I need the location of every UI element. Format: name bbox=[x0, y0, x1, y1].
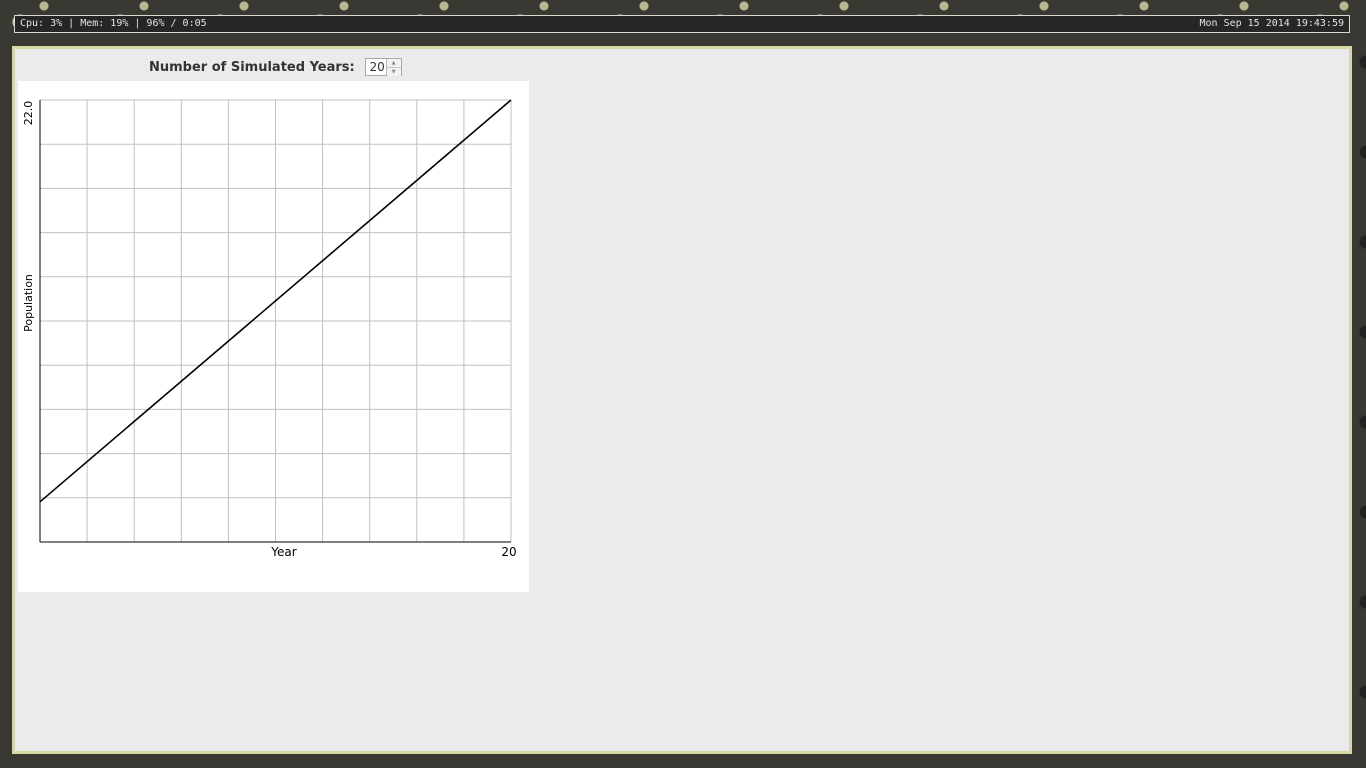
spinner-up-icon[interactable]: ▲ bbox=[386, 59, 401, 68]
y-axis-title: Population bbox=[22, 274, 35, 332]
x-tick-label-max: 20 bbox=[501, 545, 516, 559]
years-label: Number of Simulated Years: bbox=[149, 59, 355, 75]
x-axis-title: Year bbox=[270, 545, 296, 559]
spinner-arrows: ▲ ▼ bbox=[385, 59, 401, 76]
system-stats-text: Cpu: 3% | Mem: 19% | 96% / 0:05 bbox=[20, 18, 207, 29]
years-input[interactable]: 20 bbox=[366, 59, 386, 75]
y-tick-label-max: 22.0 bbox=[22, 101, 35, 126]
clock-text: Mon Sep 15 2014 19:43:59 bbox=[1199, 18, 1345, 29]
chart-grid bbox=[40, 99, 512, 542]
chart-canvas: Population 22.0 Year 20 bbox=[22, 99, 517, 559]
years-control: Number of Simulated Years: 20 ▲ ▼ bbox=[149, 57, 402, 77]
system-status-bar: Cpu: 3% | Mem: 19% | 96% / 0:05 Mon Sep … bbox=[14, 15, 1350, 33]
population-chart: Population 22.0 Year 20 bbox=[18, 81, 529, 592]
years-spinner[interactable]: 20 ▲ ▼ bbox=[364, 58, 402, 76]
simulation-window: Number of Simulated Years: 20 ▲ ▼ Popula… bbox=[12, 46, 1352, 754]
spinner-down-icon[interactable]: ▼ bbox=[386, 68, 401, 76]
